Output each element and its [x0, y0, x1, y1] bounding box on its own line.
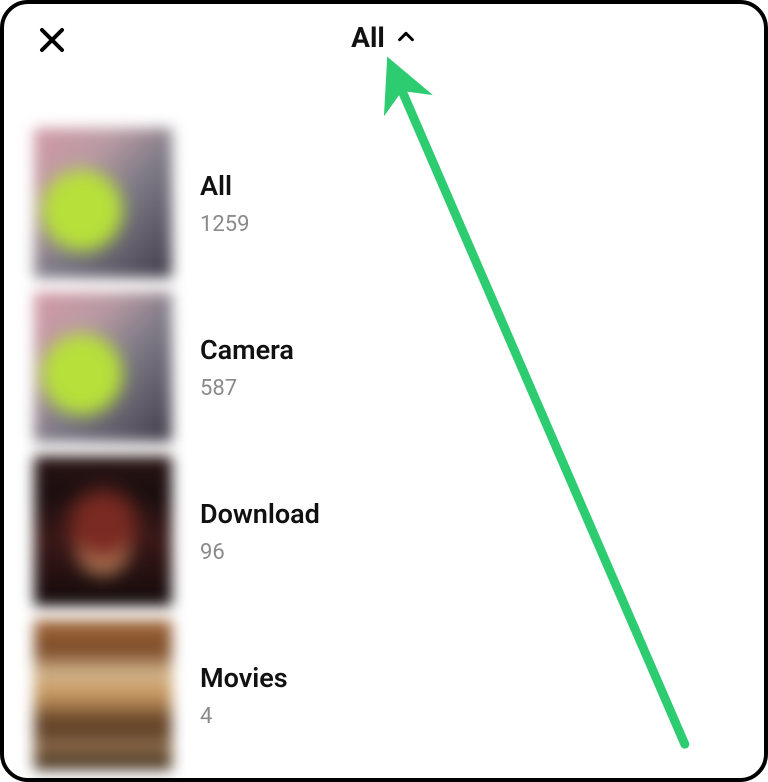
- album-row-all[interactable]: All 1259: [4, 128, 764, 292]
- album-text: All 1259: [200, 170, 249, 237]
- album-text: Movies 4: [200, 662, 288, 729]
- app-frame: All All 1259 Camera 587: [0, 0, 768, 782]
- close-icon: [37, 25, 67, 59]
- header-title: All: [351, 21, 385, 54]
- album-selector[interactable]: All: [351, 21, 417, 54]
- album-thumbnail: [34, 292, 172, 442]
- album-name: Camera: [200, 334, 294, 366]
- album-list: All 1259 Camera 587 Download 96 Movies 4: [4, 70, 764, 782]
- close-button[interactable]: [34, 24, 70, 60]
- album-name: All: [200, 170, 249, 202]
- album-count: 587: [200, 376, 294, 401]
- album-row-camera[interactable]: Camera 587: [4, 292, 764, 456]
- album-thumbnail: [34, 128, 172, 278]
- header: All: [4, 4, 764, 70]
- chevron-up-icon: [395, 26, 417, 48]
- album-name: Download: [200, 498, 320, 530]
- album-row-download[interactable]: Download 96: [4, 456, 764, 620]
- album-count: 96: [200, 540, 320, 565]
- album-row-movies[interactable]: Movies 4: [4, 620, 764, 782]
- album-text: Download 96: [200, 498, 320, 565]
- album-name: Movies: [200, 662, 288, 694]
- album-thumbnail: [34, 456, 172, 606]
- album-text: Camera 587: [200, 334, 294, 401]
- album-thumbnail: [34, 620, 172, 770]
- album-count: 4: [200, 704, 288, 729]
- album-count: 1259: [200, 212, 249, 237]
